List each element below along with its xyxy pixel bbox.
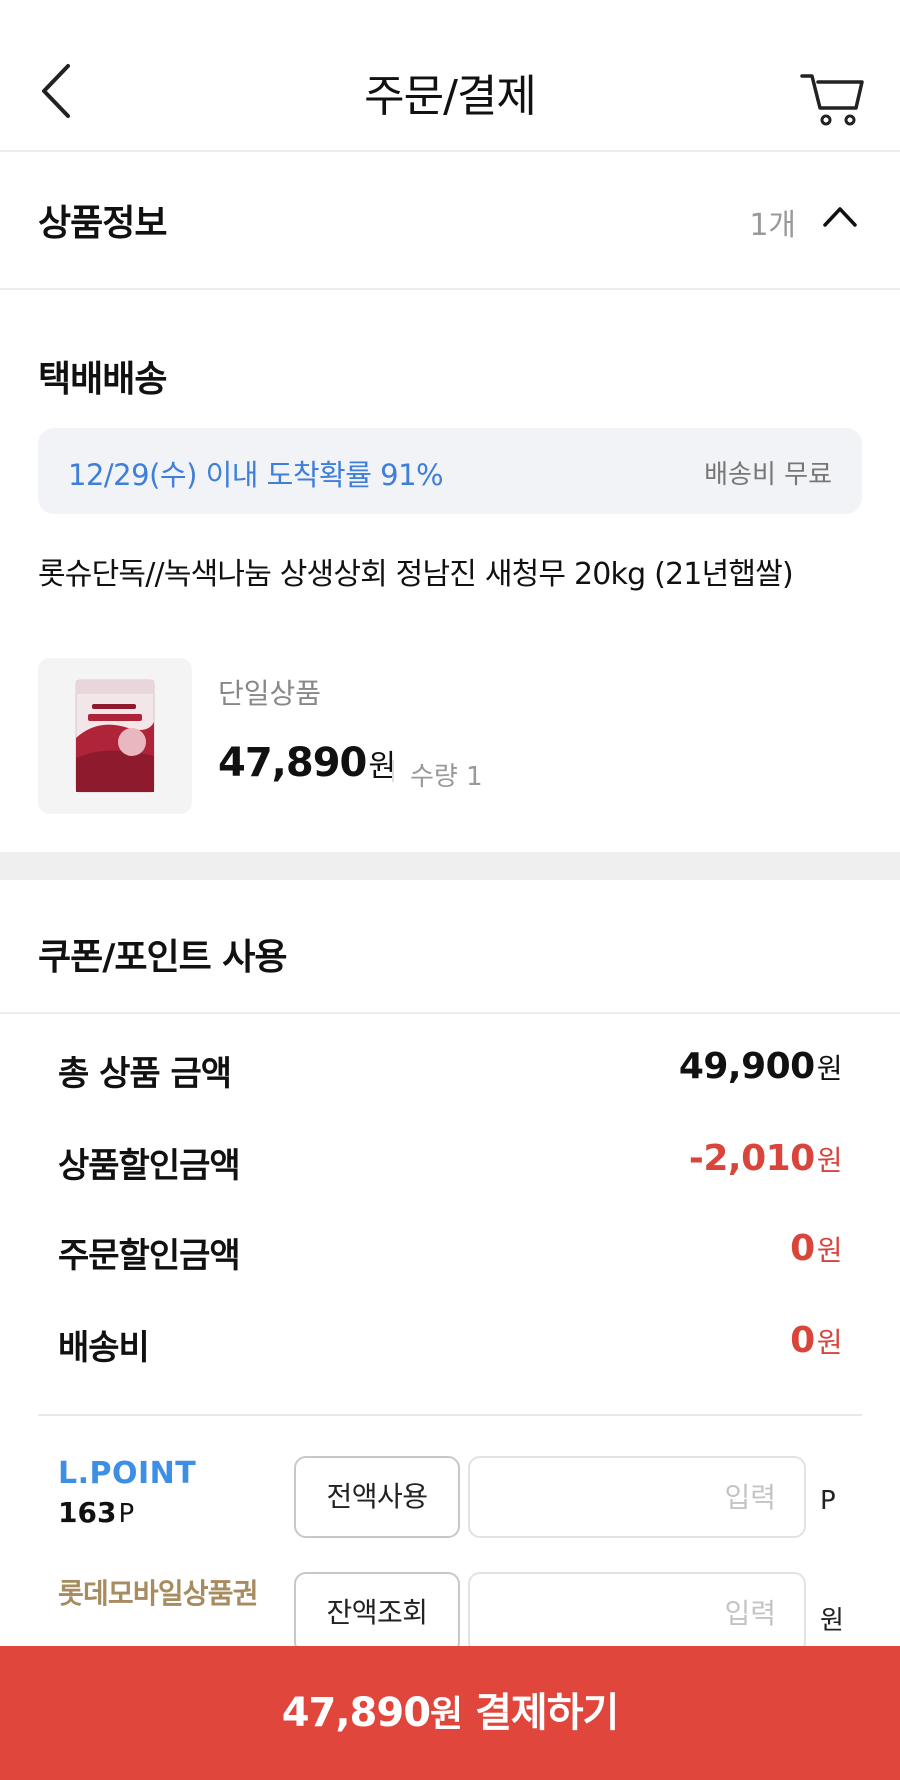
giftcard-input[interactable] xyxy=(468,1572,806,1654)
summary-label: 배송비 xyxy=(58,1328,150,1368)
page-title: 주문/결제 xyxy=(364,71,537,122)
summary-value: 0원 xyxy=(790,1228,842,1269)
coupon-section-title: 쿠폰/포인트 사용 xyxy=(38,937,288,978)
section-divider xyxy=(0,852,900,880)
lpoint-brand: L.POINT xyxy=(58,1456,197,1491)
product-count: 1개 xyxy=(749,208,796,243)
delivery-info-box: 12/29(수) 이내 도착확률 91% 배송비 무료 xyxy=(38,428,862,514)
summary-row-product-discount: 상품할인금액 -2,010원 xyxy=(58,1138,843,1188)
lpoint-balance: 163P xyxy=(58,1496,134,1529)
product-quantity: 수량 1 xyxy=(410,762,483,792)
pay-label: 결제하기 xyxy=(475,1690,619,1736)
product-option: 단일상품 xyxy=(218,677,322,710)
lpoint-input[interactable] xyxy=(468,1456,806,1538)
giftcard-unit: 원 xyxy=(820,1606,844,1636)
pay-button[interactable]: 47,890원 결제하기 xyxy=(0,1646,900,1780)
use-all-points-button[interactable]: 전액사용 xyxy=(294,1456,460,1538)
product-thumbnail[interactable] xyxy=(38,658,192,814)
summary-label: 상품할인금액 xyxy=(58,1146,241,1186)
chevron-up-icon[interactable] xyxy=(822,204,858,228)
summary-label: 총 상품 금액 xyxy=(58,1054,232,1094)
check-balance-button[interactable]: 잔액조회 xyxy=(294,1572,460,1654)
summary-value: 0원 xyxy=(790,1320,842,1361)
summary-amount: -2,010 xyxy=(688,1138,815,1179)
summary-row-shipping: 배송비 0원 xyxy=(58,1320,843,1370)
price-amount: 47,890 xyxy=(218,740,367,786)
summary-unit: 원 xyxy=(816,1326,843,1359)
product-info-title: 상품정보 xyxy=(38,203,167,244)
lpoint-balance-unit: P xyxy=(118,1499,135,1529)
summary-label: 주문할인금액 xyxy=(58,1236,241,1276)
summary-row-total: 총 상품 금액 49,900원 xyxy=(58,1046,843,1096)
summary-value: -2,010원 xyxy=(688,1138,843,1179)
summary-row-order-discount: 주문할인금액 0원 xyxy=(58,1228,843,1278)
giftcard-brand: 롯데모바일상품권 xyxy=(58,1577,258,1610)
delivery-fee: 배송비 무료 xyxy=(704,460,832,490)
pay-amount: 47,890 xyxy=(281,1690,431,1736)
summary-value: 49,900원 xyxy=(678,1046,843,1087)
divider xyxy=(392,760,394,782)
lpoint-unit: P xyxy=(820,1486,836,1516)
price-unit: 원 xyxy=(368,749,396,784)
lpoint-balance-amount: 163 xyxy=(58,1496,117,1529)
product-name: 롯슈단독//녹색나눔 상생상회 정남진 새청무 20kg (21년햅쌀) xyxy=(38,557,794,592)
product-price: 47,890원 xyxy=(218,740,396,786)
product-info-header[interactable]: 상품정보 1개 xyxy=(0,152,900,290)
app-header: 주문/결제 xyxy=(0,0,900,152)
summary-unit: 원 xyxy=(816,1052,843,1085)
summary-amount: 49,900 xyxy=(678,1046,815,1087)
pay-unit: 원 xyxy=(430,1694,463,1735)
delivery-eta: 12/29(수) 이내 도착확률 91% xyxy=(68,458,444,492)
summary-amount: 0 xyxy=(790,1228,815,1269)
summary-unit: 원 xyxy=(816,1144,843,1177)
summary-unit: 원 xyxy=(816,1234,843,1267)
cart-icon[interactable] xyxy=(800,68,864,128)
summary-amount: 0 xyxy=(790,1320,815,1361)
coupon-point-header[interactable]: 쿠폰/포인트 사용 xyxy=(0,880,900,1014)
delivery-section-title: 택배배송 xyxy=(38,359,167,400)
divider xyxy=(38,1414,862,1416)
